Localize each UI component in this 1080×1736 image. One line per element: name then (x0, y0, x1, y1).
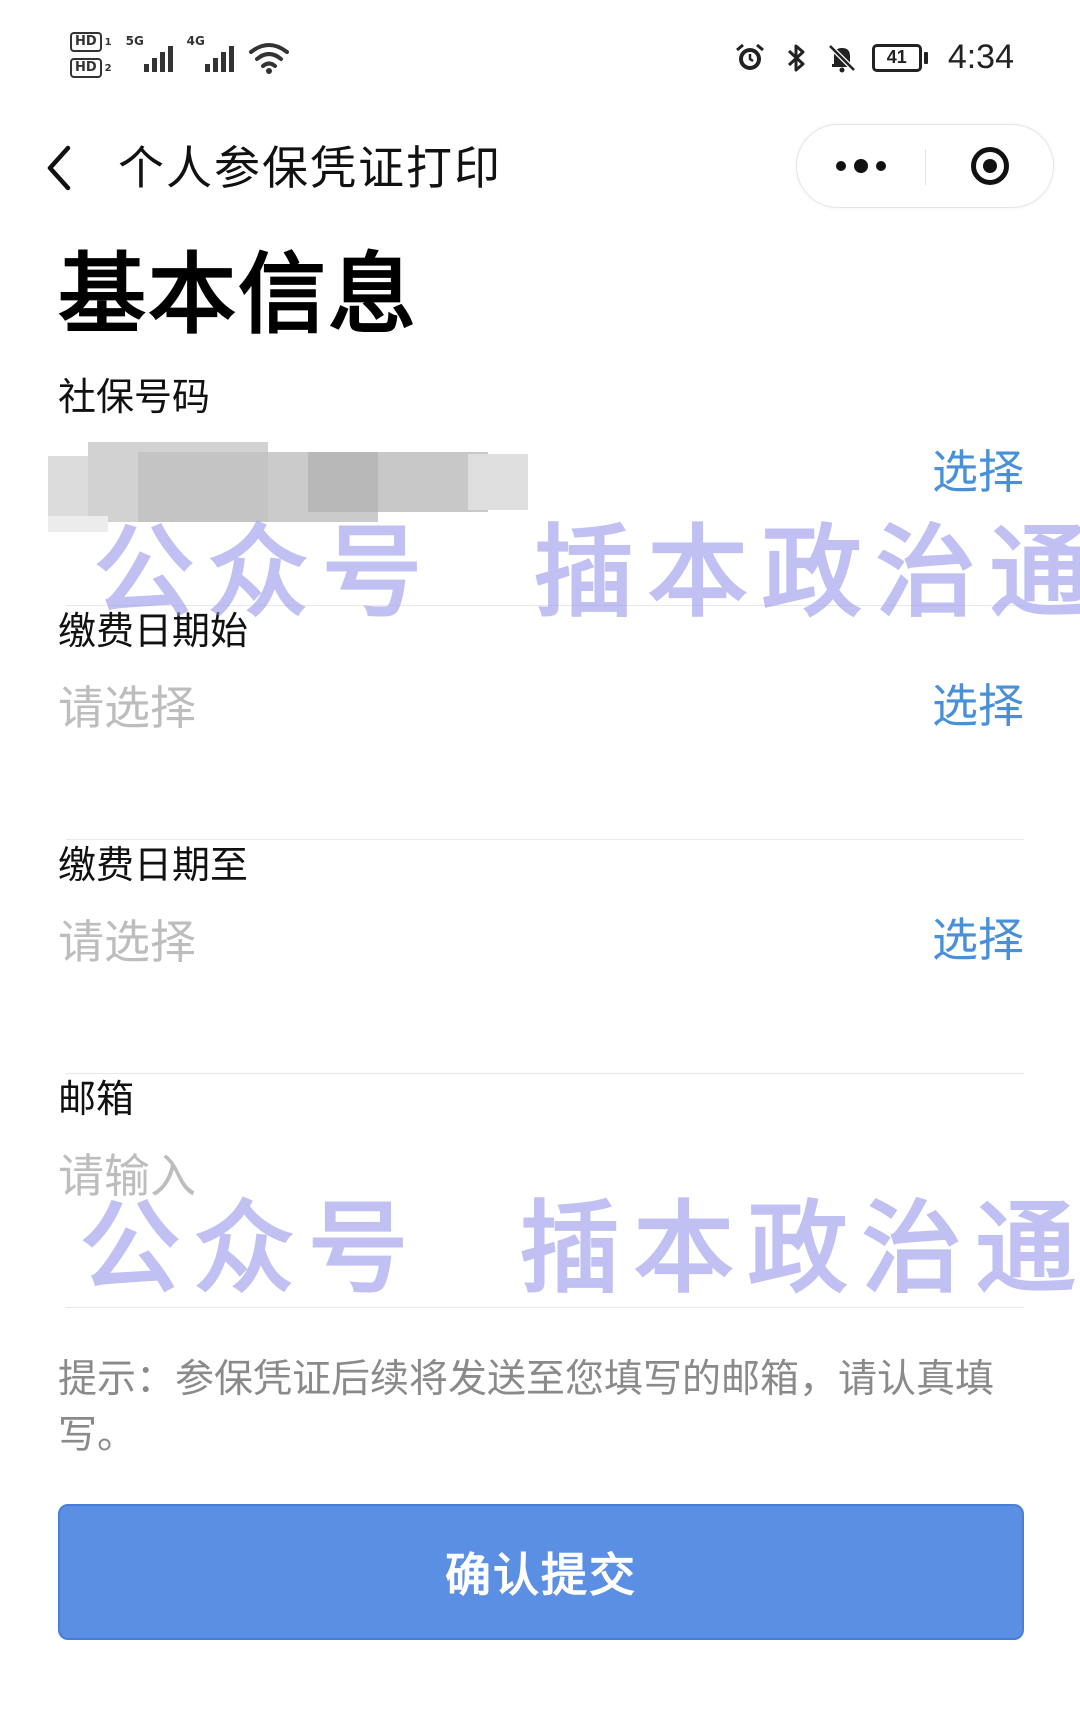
tip-text: 提示：参保凭证后续将发送至您填写的邮箱，请认真填写。 (58, 1357, 995, 1458)
mini-program-capsule (796, 124, 1054, 208)
more-icon[interactable] (797, 125, 925, 207)
field-label: 缴费日期至 (58, 843, 249, 887)
bluetooth-icon (787, 44, 805, 71)
wifi-icon (248, 43, 289, 74)
alarm-icon (735, 43, 764, 70)
status-right: 41 4:34 (734, 38, 1014, 77)
select-button[interactable]: 选择 (932, 442, 1024, 502)
field-payment-end-date[interactable]: 缴费日期至 请选择 选择 (58, 840, 1024, 1074)
divider (66, 1307, 1024, 1308)
back-icon[interactable] (40, 140, 80, 196)
field-label: 社保号码 (58, 375, 211, 419)
field-payment-start-date[interactable]: 缴费日期始 请选择 选择 (58, 606, 1024, 840)
sim-slot-label: 1 (104, 36, 112, 48)
hd-label: HD (70, 58, 102, 78)
hd-label: HD (70, 32, 102, 52)
field-email[interactable]: 邮箱 请输入 (58, 1074, 1024, 1308)
email-input[interactable]: 请输入 (58, 1146, 196, 1206)
network-type-label: 5G (125, 34, 144, 48)
target-icon (971, 147, 1009, 185)
battery-level: 41 (871, 43, 922, 72)
hd-indicators: HD 1 HD 2 (70, 32, 112, 78)
battery-icon: 41 (871, 43, 928, 72)
signal-5g-icon: 5G (126, 32, 173, 72)
close-mini-program-button[interactable] (926, 125, 1054, 207)
submit-button[interactable]: 确认提交 (58, 1504, 1024, 1640)
page-title: 个人参保凭证打印 (118, 141, 502, 195)
network-type-label: 4G (186, 34, 205, 48)
select-button[interactable]: 选择 (932, 676, 1024, 736)
hd-badge-2: HD 2 (70, 58, 112, 78)
field-placeholder[interactable]: 请选择 (58, 678, 196, 738)
sim-slot-label: 2 (104, 62, 112, 74)
field-social-security-number: 社保号码 选择 (48, 372, 1024, 606)
status-bar: HD 1 HD 2 5G 4G 41 4:34 (0, 0, 1080, 110)
section-title: 基本信息 (58, 243, 419, 346)
select-button[interactable]: 选择 (932, 910, 1024, 970)
status-left: HD 1 HD 2 5G 4G (70, 32, 290, 92)
field-placeholder[interactable]: 请选择 (58, 912, 196, 972)
mute-bell-icon (828, 43, 856, 72)
field-label: 缴费日期始 (58, 609, 249, 653)
clock: 4:34 (947, 38, 1014, 76)
field-label: 邮箱 (58, 1077, 135, 1121)
nav-bar: 个人参保凭证打印 (0, 110, 1080, 230)
signal-4g-icon: 4G (187, 32, 234, 72)
hd-badge-1: HD 1 (70, 32, 112, 52)
blurred-value (48, 442, 528, 532)
